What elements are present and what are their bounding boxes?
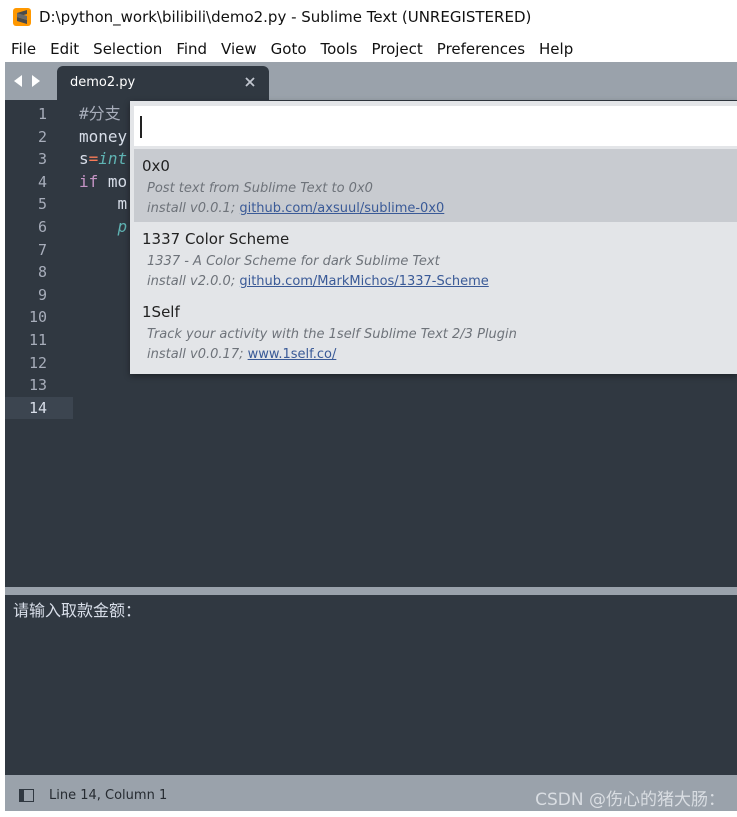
install-version: install v0.0.17;: [147, 347, 244, 362]
code-line-5: m: [79, 194, 128, 214]
menu-selection[interactable]: Selection: [86, 40, 169, 58]
text-caret: [140, 116, 142, 138]
package-install-info: install v0.0.17; www.1self.co/: [147, 347, 336, 362]
package-item-selected[interactable]: 0x0 Post text from Sublime Text to 0x0 i…: [134, 149, 737, 222]
line-number: 3: [37, 150, 47, 169]
code-token-keyword: if: [79, 171, 99, 191]
line-number: 6: [37, 218, 47, 236]
menu-edit[interactable]: Edit: [43, 40, 86, 58]
command-palette: 0x0 Post text from Sublime Text to 0x0 i…: [130, 101, 737, 374]
package-link[interactable]: www.1self.co/: [248, 347, 337, 362]
menu-project[interactable]: Project: [364, 40, 429, 58]
tab-left-arrow-icon[interactable]: [11, 74, 25, 88]
code-line-1: #分支: [79, 104, 121, 123]
panel-toggle-icon[interactable]: [19, 789, 34, 802]
panel-divider[interactable]: [5, 587, 737, 595]
install-version: install v0.0.1;: [147, 201, 236, 216]
title-bar: D:\python_work\bilibili\demo2.py - Subli…: [0, 0, 737, 34]
menu-help[interactable]: Help: [532, 40, 580, 58]
package-description: Post text from Sublime Text to 0x0: [147, 181, 373, 196]
menu-tools[interactable]: Tools: [314, 40, 365, 58]
package-install-info: install v0.0.1; github.com/axsuul/sublim…: [147, 201, 444, 216]
package-name: 0x0: [142, 157, 170, 175]
tab-bar: demo2.py: [5, 62, 737, 100]
code-token-operator: =: [88, 149, 99, 169]
package-install-info: install v2.0.0; github.com/MarkMichos/13…: [147, 274, 489, 289]
code-token-function: int: [98, 149, 128, 169]
status-bar: Line 14, Column 1 CSDN @伤心的猪大肠：: [5, 775, 737, 811]
package-list: 0x0 Post text from Sublime Text to 0x0 i…: [134, 149, 737, 368]
menu-find[interactable]: Find: [169, 40, 214, 58]
tab-demo2[interactable]: demo2.py: [57, 66, 269, 100]
close-icon[interactable]: [243, 75, 257, 89]
watermark: CSDN @伤心的猪大肠：: [535, 790, 725, 810]
code-line-2: money: [79, 126, 128, 146]
sublime-logo-icon: [13, 8, 31, 26]
cursor-position[interactable]: Line 14, Column 1: [49, 788, 167, 803]
menu-file[interactable]: File: [4, 40, 43, 58]
tab-right-arrow-icon[interactable]: [29, 74, 43, 88]
line-number: 5: [37, 195, 47, 214]
console-output: 请输入取款金额：: [13, 601, 142, 620]
package-name: 1Self: [142, 303, 180, 321]
tab-navigation: [11, 74, 43, 88]
line-number: 10: [28, 308, 47, 327]
package-item[interactable]: 1337 Color Scheme 1337 - A Color Scheme …: [134, 222, 737, 295]
line-number: 8: [37, 263, 47, 282]
package-description: Track your activity with the 1self Subli…: [147, 327, 517, 342]
line-number: 7: [37, 240, 47, 259]
line-number: 12: [28, 353, 47, 372]
package-link[interactable]: github.com/MarkMichos/1337-Scheme: [239, 274, 488, 289]
menu-bar: File Edit Selection Find View Goto Tools…: [0, 36, 737, 62]
package-item[interactable]: 1Self Track your activity with the 1self…: [134, 295, 737, 368]
code-token: mo: [98, 171, 128, 191]
menu-goto[interactable]: Goto: [264, 40, 314, 58]
install-version: install v2.0.0;: [147, 274, 236, 289]
package-link[interactable]: github.com/axsuul/sublime-0x0: [239, 201, 444, 216]
menu-view[interactable]: View: [214, 40, 264, 58]
line-number: 2: [37, 127, 47, 146]
line-number: 13: [28, 376, 47, 395]
palette-search-input[interactable]: [134, 106, 737, 146]
line-number: 4: [37, 172, 47, 191]
code-line-3: s=int: [79, 148, 127, 171]
line-number: 1: [37, 105, 47, 123]
line-number: 9: [37, 285, 47, 304]
line-number: 11: [28, 331, 47, 349]
line-number-gutter: 1 2 3 4 5 6 7 8 9 10 11 12 13 14: [5, 100, 73, 587]
output-panel[interactable]: 请输入取款金额：: [5, 595, 737, 775]
line-number-active: 14: [5, 396, 73, 420]
menu-preferences[interactable]: Preferences: [430, 40, 532, 58]
package-name: 1337 Color Scheme: [142, 230, 290, 248]
tab-label: demo2.py: [70, 75, 136, 90]
window-bottom-edge: [0, 811, 737, 817]
package-description: 1337 - A Color Scheme for dark Sublime T…: [147, 254, 440, 269]
code-line-4: if mo: [79, 171, 127, 194]
code-line-6: p: [79, 217, 128, 236]
window-title: D:\python_work\bilibili\demo2.py - Subli…: [39, 8, 532, 26]
code-token: s: [79, 149, 89, 169]
